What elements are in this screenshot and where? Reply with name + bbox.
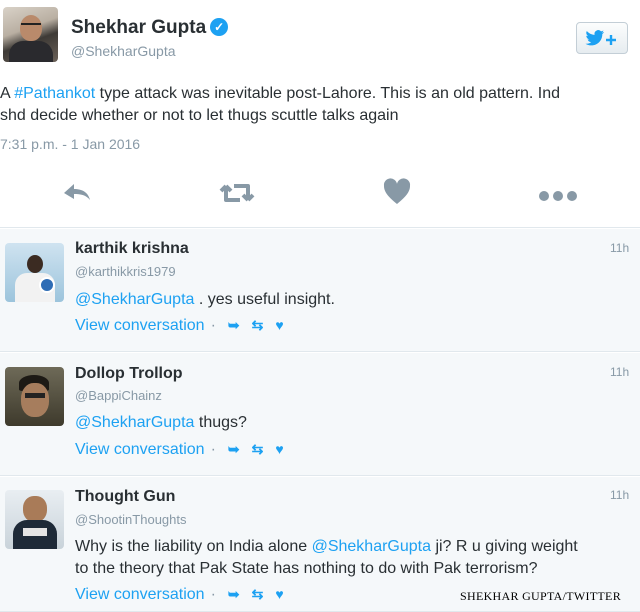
reply-footer: View conversation · ➥ ⇆ ♥: [75, 586, 290, 604]
reply-mini-icon[interactable]: ➥: [228, 586, 240, 602]
tweet-text: A #Pathankot type attack was inevitable …: [0, 83, 632, 127]
retweet-mini-icon[interactable]: ⇆: [252, 586, 264, 602]
hashtag-link[interactable]: #Pathankot: [14, 85, 95, 102]
reply-footer: View conversation · ➥ ⇆ ♥: [75, 441, 290, 459]
avatar[interactable]: [5, 367, 64, 426]
image-credit: SHEKHAR GUPTA/TWITTER: [460, 589, 621, 603]
tweet-text-line1: type attack was inevitable post-Lahore. …: [95, 85, 561, 102]
view-conversation-link[interactable]: View conversation: [75, 586, 205, 603]
retweet-mini-icon[interactable]: ⇆: [252, 317, 264, 333]
retweet-mini-icon[interactable]: ⇆: [252, 441, 264, 457]
follow-button[interactable]: [576, 22, 628, 54]
reply-author-handle[interactable]: @BappiChainz: [75, 388, 162, 403]
avatar-print-shape: [23, 528, 47, 536]
like-mini-icon[interactable]: ♥: [275, 586, 283, 602]
reply-time[interactable]: 11h: [610, 488, 629, 502]
author-name[interactable]: Shekhar Gupta ✓: [71, 17, 229, 39]
reply-tweet[interactable]: karthik krishna @karthikkris1979 11h @Sh…: [0, 229, 640, 352]
avatar-face-shape: [20, 15, 42, 41]
retweet-icon[interactable]: [218, 176, 256, 218]
reply-text-prefix: Why is the liability on India alone: [75, 538, 312, 555]
avatar-glasses-shape: [21, 23, 41, 28]
reply-mini-icon[interactable]: ➥: [228, 441, 240, 457]
reply-footer: View conversation · ➥ ⇆ ♥: [75, 317, 290, 335]
mention-link[interactable]: @ShekharGupta: [75, 291, 194, 308]
reply-author-name[interactable]: Dollop Trollop: [75, 365, 183, 383]
reply-text: Why is the liability on India alone @She…: [75, 536, 635, 580]
verified-badge-icon: ✓: [210, 18, 229, 36]
reply-text: @ShekharGupta . yes useful insight.: [75, 289, 635, 311]
reply-time[interactable]: 11h: [610, 365, 629, 379]
separator: ·: [210, 586, 216, 603]
like-mini-icon[interactable]: ♥: [275, 441, 283, 457]
avatar-face-shape: [23, 496, 47, 522]
reply-author-handle[interactable]: @karthikkris1979: [75, 264, 176, 279]
tweet-text-line2: shd decide whether or not to let thugs s…: [0, 107, 399, 124]
reply-author-handle[interactable]: @ShootinThoughts: [75, 512, 187, 527]
reply-time[interactable]: 11h: [610, 241, 629, 255]
avatar-face-shape: [21, 383, 49, 417]
twitter-bird-plus-icon: [585, 30, 616, 46]
reply-author-name[interactable]: karthik krishna: [75, 240, 189, 258]
reply-text: @ShekharGupta thugs?: [75, 412, 635, 434]
separator: ·: [210, 317, 216, 334]
avatar[interactable]: [5, 490, 64, 549]
like-icon[interactable]: [382, 176, 412, 218]
like-mini-icon[interactable]: ♥: [275, 317, 283, 333]
view-conversation-link[interactable]: View conversation: [75, 441, 205, 458]
avatar-head-shape: [27, 255, 43, 273]
separator: ·: [210, 441, 216, 458]
avatar-badge-shape: [39, 277, 55, 293]
avatar-sunglasses-shape: [25, 393, 45, 398]
main-tweet: Shekhar Gupta ✓ @ShekharGupta A #Pathanko…: [0, 0, 640, 228]
mention-link[interactable]: @ShekharGupta: [75, 414, 194, 431]
author-name-text[interactable]: Shekhar Gupta: [71, 17, 206, 38]
tweet-actions: [0, 176, 640, 216]
reply-text-suffix: ji? R u giving weight: [431, 538, 578, 555]
reply-text-body: thugs?: [194, 414, 247, 431]
reply-text-line2: to the theory that Pak State has nothing…: [75, 560, 538, 577]
reply-mini-icon[interactable]: ➥: [228, 317, 240, 333]
reply-text-body: . yes useful insight.: [194, 291, 335, 308]
reply-icon[interactable]: [60, 176, 94, 218]
avatar[interactable]: [5, 243, 64, 302]
view-conversation-link[interactable]: View conversation: [75, 317, 205, 334]
more-icon[interactable]: [536, 176, 580, 218]
avatar[interactable]: [3, 7, 58, 62]
reply-tweet[interactable]: Dollop Trollop @BappiChainz 11h @Shekhar…: [0, 353, 640, 476]
tweet-text-prefix: A: [0, 85, 15, 102]
avatar-body-shape: [9, 41, 53, 62]
mention-link[interactable]: @ShekharGupta: [312, 538, 431, 555]
reply-author-name[interactable]: Thought Gun: [75, 488, 175, 506]
tweet-timestamp[interactable]: 7:31 p.m. - 1 Jan 2016: [0, 136, 140, 152]
author-handle[interactable]: @ShekharGupta: [71, 43, 176, 59]
